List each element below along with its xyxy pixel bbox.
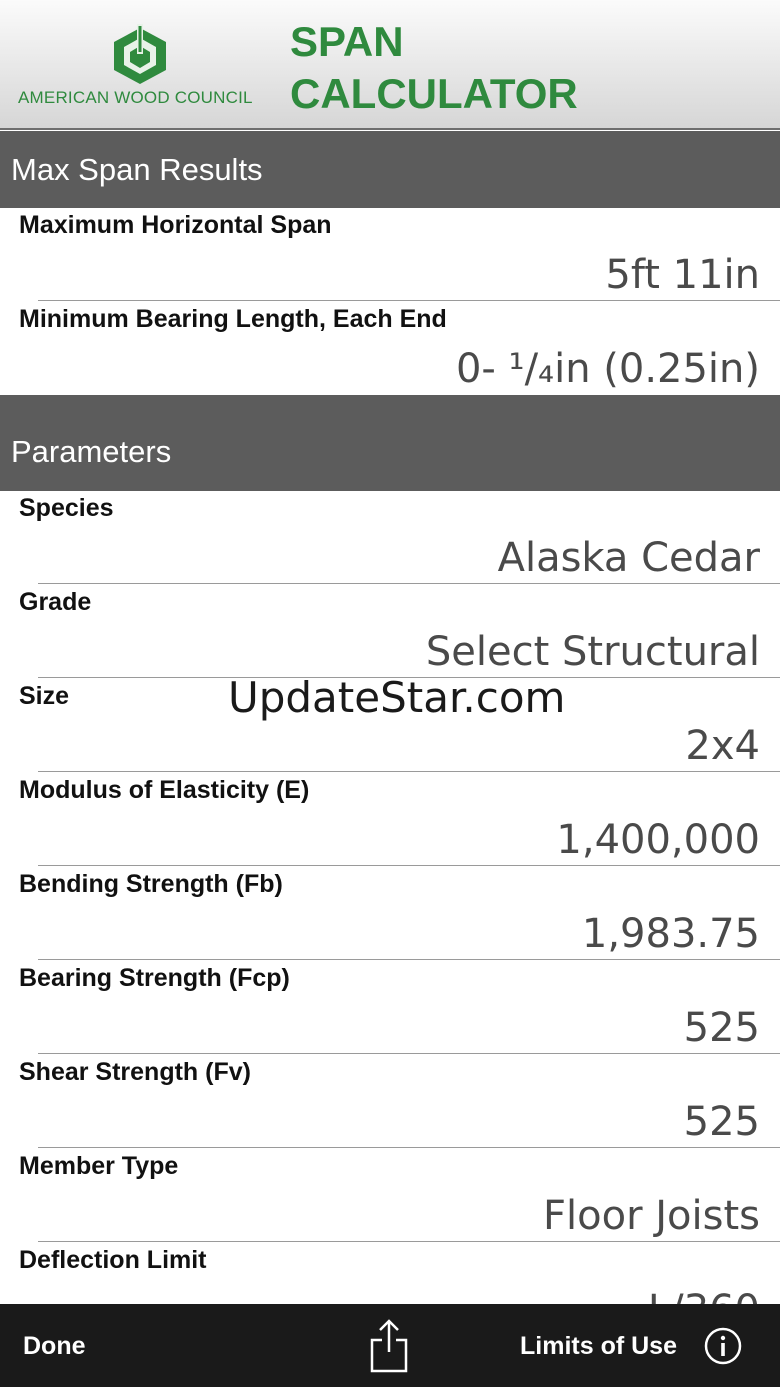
app-title-line1: SPAN <box>290 18 404 65</box>
app-header: AMERICAN WOOD COUNCIL SPAN CALCULATOR <box>0 0 780 130</box>
row-label: Bending Strength (Fb) <box>19 870 283 898</box>
row-divider <box>38 865 780 866</box>
row-value: 525 <box>683 1099 760 1145</box>
row-value: Floor Joists <box>543 1193 760 1239</box>
row-label: Shear Strength (Fv) <box>19 1058 251 1086</box>
row-label: Deflection Limit <box>19 1246 207 1274</box>
parameters-heading: Parameters <box>11 434 172 469</box>
row-label: Bearing Strength (Fcp) <box>19 964 290 992</box>
app-title-line2: CALCULATOR <box>290 70 578 117</box>
row-divider <box>38 1147 780 1148</box>
awc-logo-icon <box>114 24 166 84</box>
row-divider <box>38 1053 780 1054</box>
watermark-text: UpdateStar.com <box>228 673 566 722</box>
row-divider <box>38 1241 780 1242</box>
row-label: Grade <box>19 588 92 616</box>
app-title: SPAN CALCULATOR <box>290 16 578 120</box>
row-label: Minimum Bearing Length, Each End <box>19 305 447 333</box>
row-label: Size <box>19 682 70 710</box>
row-value: 525 <box>683 1005 760 1051</box>
parameters-section-header: Parameters <box>0 395 780 491</box>
row-label: Species <box>19 494 114 522</box>
limits-of-use-button[interactable]: Limits of Use <box>520 1332 677 1361</box>
share-icon[interactable] <box>369 1318 409 1374</box>
done-button[interactable]: Done <box>23 1332 86 1361</box>
row-value: 0- ¹/₄in (0.25in) <box>455 346 760 392</box>
row-divider <box>38 300 780 301</box>
row-value: Select Structural <box>425 629 760 675</box>
row-value: 1,400,000 <box>556 817 760 863</box>
row-label: Member Type <box>19 1152 179 1180</box>
info-icon[interactable] <box>704 1327 742 1365</box>
row-value: 1,983.75 <box>581 911 760 957</box>
row-divider <box>38 583 780 584</box>
row-label: Modulus of Elasticity (E) <box>19 776 310 804</box>
results-section-header: Max Span Results <box>0 131 780 208</box>
row-value: 5ft 11in <box>605 252 760 298</box>
bottom-toolbar: Done Limits of Use <box>0 1304 780 1387</box>
results-heading: Max Span Results <box>11 152 263 187</box>
row-value: Alaska Cedar <box>497 535 760 581</box>
logo-text: AMERICAN WOOD COUNCIL <box>18 88 253 107</box>
row-divider <box>38 771 780 772</box>
row-value: 2x4 <box>685 723 760 769</box>
row-label: Maximum Horizontal Span <box>19 211 332 239</box>
row-divider <box>38 959 780 960</box>
